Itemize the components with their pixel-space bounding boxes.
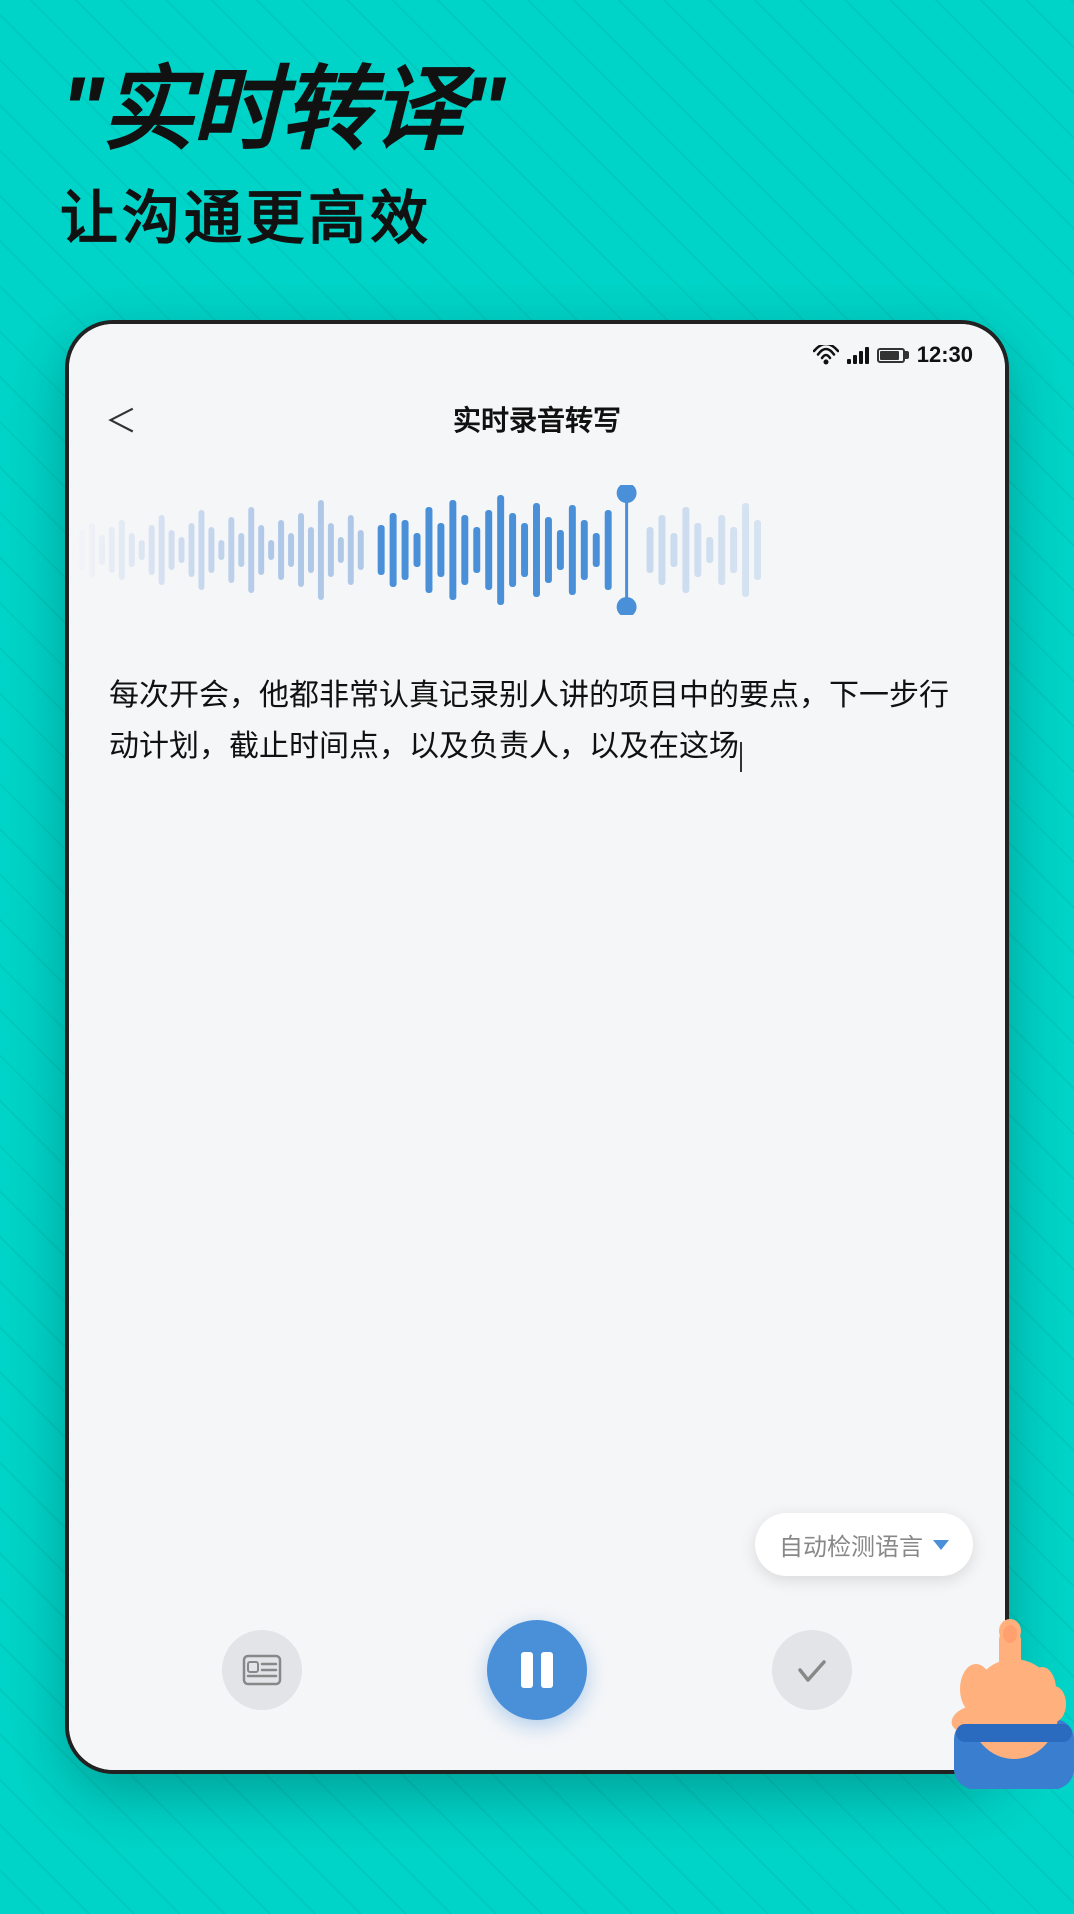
signal-icon (847, 346, 869, 364)
waveform-svg (69, 485, 1005, 615)
wifi-icon (813, 345, 839, 365)
check-icon (792, 1650, 832, 1690)
check-button[interactable] (772, 1630, 852, 1710)
language-selector-area: 自动检测语言 (69, 1513, 1005, 1596)
hand-pointer (934, 1569, 1074, 1794)
phone-content: 12:30 ＜ 实时录音转写 (69, 324, 1005, 1770)
battery-icon (877, 348, 905, 363)
hand-svg (934, 1569, 1074, 1789)
subtitle-button[interactable] (222, 1630, 302, 1710)
language-text: 自动检测语言 (779, 1527, 923, 1562)
bottom-toolbar (69, 1596, 1005, 1770)
waveform-area (69, 470, 1005, 630)
headline-main: "实时转译" (60, 60, 1034, 161)
pause-icon (521, 1652, 553, 1688)
pause-bar-left (521, 1652, 533, 1688)
status-icons: 12:30 (813, 342, 973, 368)
app-title: 实时录音转写 (453, 399, 621, 439)
dropdown-arrow-icon (933, 1540, 949, 1550)
text-cursor (740, 742, 742, 772)
language-pill[interactable]: 自动检测语言 (755, 1513, 973, 1576)
transcribed-text: 每次开会，他都非常认真记录别人讲的项目中的要点，下一步行动计划，截止时间点，以及… (109, 670, 965, 772)
back-button[interactable]: ＜ (101, 392, 149, 446)
status-bar: 12:30 (69, 324, 1005, 376)
status-time: 12:30 (917, 342, 973, 368)
pause-button[interactable] (487, 1620, 587, 1720)
phone-mockup: 12:30 ＜ 实时录音转写 (65, 320, 1009, 1774)
headline-area: "实时转译" 让沟通更高效 (0, 0, 1074, 285)
transcribed-text-content: 每次开会，他都非常认真记录别人讲的项目中的要点，下一步行动计划，截止时间点，以及… (109, 679, 949, 763)
headline-sub: 让沟通更高效 (60, 171, 1034, 255)
pause-bar-right (541, 1652, 553, 1688)
background: "实时转译" 让沟通更高效 (0, 0, 1074, 1914)
app-header: ＜ 实时录音转写 (69, 376, 1005, 470)
subtitle-icon (240, 1648, 284, 1692)
transcribed-text-area: 每次开会，他都非常认真记录别人讲的项目中的要点，下一步行动计划，截止时间点，以及… (69, 630, 1005, 1010)
content-spacer (69, 1010, 1005, 1513)
